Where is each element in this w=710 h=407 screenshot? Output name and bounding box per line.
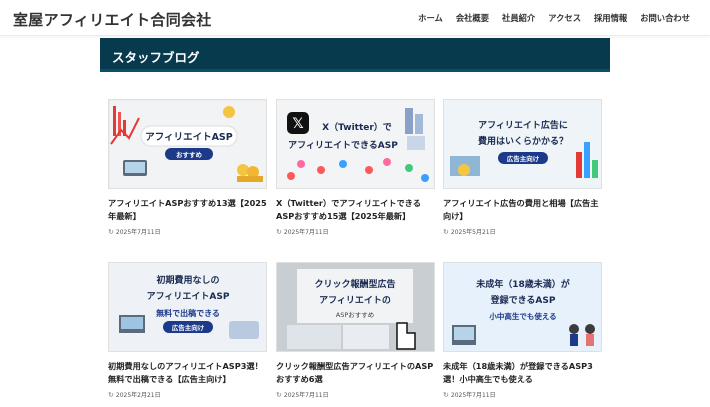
thumb-line1: クリック報酬型広告 — [314, 278, 395, 290]
thumb-line1: X（Twitter）で — [322, 122, 392, 133]
post-date: 2025年7月11日 — [283, 229, 329, 236]
thumb-line2: 登録できるASP — [490, 294, 556, 306]
refresh-icon: ↻ — [443, 390, 449, 399]
post-thumbnail[interactable]: アフィリエイトASP おすすめ — [108, 99, 267, 189]
post-date: 2025年5月21日 — [450, 229, 496, 236]
thumb-line2: アフィリエイトASP — [147, 291, 230, 302]
nav-home[interactable]: ホーム — [418, 12, 443, 24]
nav-staff[interactable]: 社員紹介 — [502, 12, 535, 24]
thumb-badge: 広告主向け — [507, 154, 540, 163]
thumb-line3: 小中高生でも使える — [489, 311, 556, 321]
refresh-icon: ↻ — [108, 390, 114, 399]
thumb-badge: おすすめ — [176, 150, 203, 159]
post-date-row: ↻ 2025年7月11日 — [276, 227, 329, 237]
thumb-line1: アフィリエイトASP — [145, 132, 233, 143]
section-header: スタッフブログ — [100, 38, 610, 72]
post-date: 2025年2月21日 — [115, 392, 161, 399]
thumb-line1: 初期費用なしの — [156, 274, 219, 286]
site-header: 室屋アフィリエイト合同会社 ホーム 会社概要 社員紹介 アクセス 採用情報 お問… — [0, 0, 710, 36]
post-date-row: ↻ 2025年7月11日 — [276, 390, 329, 400]
thumb-line1: アフィリエイト広告に — [478, 119, 568, 131]
nav-contact[interactable]: お問い合わせ — [640, 12, 690, 24]
post-thumbnail[interactable]: 未成年（18歳未満）が 登録できるASP 小中高生でも使える — [443, 262, 602, 352]
svg-text:𝕏: 𝕏 — [292, 116, 303, 132]
nav-recruit[interactable]: 採用情報 — [594, 12, 627, 24]
post-date: 2025年7月11日 — [450, 392, 496, 399]
post-title[interactable]: X（Twitter）でアフィリエイトできるASPおすすめ15選【2025年最新】 — [276, 197, 438, 223]
post-thumbnail[interactable]: クリック報酬型広告 アフィリエイトの ASPおすすめ — [276, 262, 435, 352]
post-date-row: ↻ 2025年2月21日 — [108, 390, 161, 400]
thumb-line1: 未成年（18歳未満）が — [475, 278, 571, 290]
post-thumbnail[interactable]: アフィリエイト広告に 費用はいくらかかる？ 広告主向け — [443, 99, 602, 189]
main-nav: ホーム 会社概要 社員紹介 アクセス 採用情報 お問い合わせ — [418, 12, 690, 24]
post-thumbnail[interactable]: 初期費用なしの アフィリエイトASP 無料で出稿できる 広告主向け — [108, 262, 267, 352]
post-date: 2025年7月11日 — [283, 392, 329, 399]
thumb-line2: アフィリエイトの — [319, 295, 391, 306]
post-date-row: ↻ 2025年7月11日 — [443, 390, 496, 400]
refresh-icon: ↻ — [443, 227, 449, 236]
thumb-line3: 無料で出稿できる — [156, 308, 220, 318]
thumb-badge: 広告主向け — [172, 323, 205, 332]
refresh-icon: ↻ — [276, 390, 282, 399]
thumb-line3: ASPおすすめ — [336, 311, 375, 319]
thumb-line2: 費用はいくらかかる？ — [478, 135, 568, 147]
nav-access[interactable]: アクセス — [548, 12, 581, 24]
post-title[interactable]: アフィリエイト広告の費用と相場【広告主向け】 — [443, 197, 605, 223]
post-title[interactable]: クリック報酬型広告アフィリエイトのASPおすすめ6選 — [276, 360, 438, 386]
post-title[interactable]: 未成年（18歳未満）が登録できるASP3選！小中高生でも使える — [443, 360, 605, 386]
refresh-icon: ↻ — [108, 227, 114, 236]
post-title[interactable]: アフィリエイトASPおすすめ13選【2025年最新】 — [108, 197, 270, 223]
post-date: 2025年7月11日 — [115, 229, 161, 236]
post-thumbnail[interactable]: 𝕏 X（Twitter）で アフィリエイトできるASP — [276, 99, 435, 189]
post-date-row: ↻ 2025年5月21日 — [443, 227, 496, 237]
section-title: スタッフブログ — [112, 50, 200, 65]
nav-company[interactable]: 会社概要 — [456, 12, 489, 24]
thumb-line2: アフィリエイトできるASP — [288, 140, 398, 151]
post-title[interactable]: 初期費用なしのアフィリエイトASP3選！無料で出稿できる【広告主向け】 — [108, 360, 270, 386]
site-title[interactable]: 室屋アフィリエイト合同会社 — [13, 9, 212, 30]
refresh-icon: ↻ — [276, 227, 282, 236]
post-date-row: ↻ 2025年7月11日 — [108, 227, 161, 237]
